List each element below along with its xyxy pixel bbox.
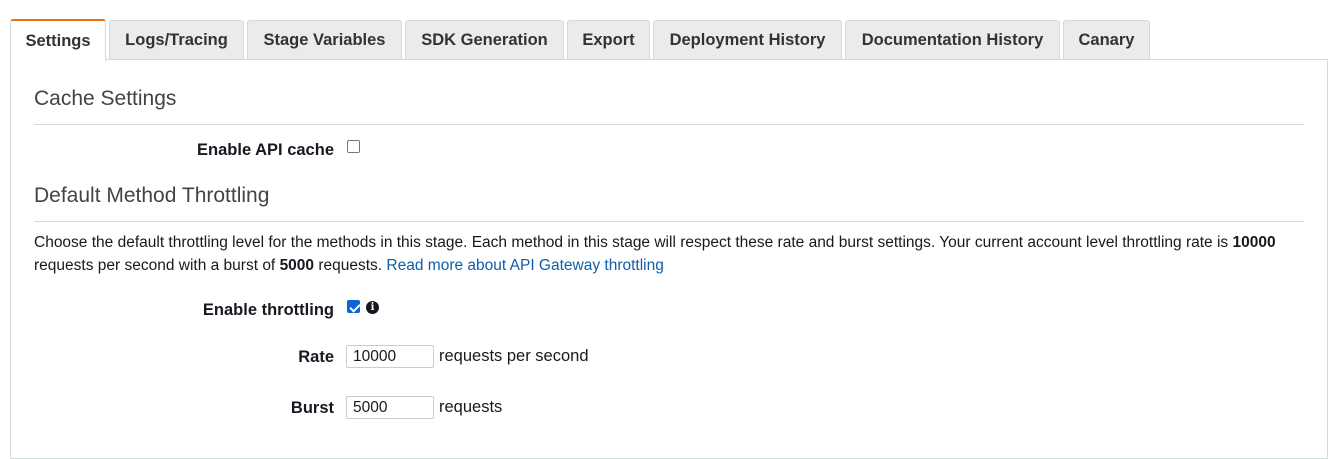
- tab-stage-variables[interactable]: Stage Variables: [247, 20, 402, 60]
- tab-settings[interactable]: Settings: [10, 19, 106, 61]
- throttling-divider: [34, 221, 1304, 222]
- tab-sdk-generation[interactable]: SDK Generation: [405, 20, 564, 60]
- burst-unit: requests: [439, 398, 503, 416]
- rate-input[interactable]: [346, 345, 434, 368]
- throttling-description: Choose the default throttling level for …: [34, 231, 1304, 277]
- rate-unit: requests per second: [439, 347, 589, 365]
- burst-label: Burst: [290, 399, 334, 417]
- default-method-throttling-heading: Default Method Throttling: [34, 184, 270, 207]
- desc-text-1: Choose the default throttling level for …: [34, 234, 1233, 251]
- account-burst-value: 5000: [279, 257, 315, 274]
- enable-api-cache-checkbox[interactable]: [347, 140, 360, 153]
- tab-deployment-history[interactable]: Deployment History: [653, 20, 842, 60]
- cache-settings-heading: Cache Settings: [34, 87, 177, 110]
- tab-logs-tracing[interactable]: Logs/Tracing: [109, 20, 244, 60]
- stage-tabs: Settings Logs/Tracing Stage Variables SD…: [10, 19, 1153, 61]
- burst-input[interactable]: [346, 396, 434, 419]
- desc-text-2: requests per second with a burst of: [34, 257, 280, 274]
- desc-text-3: requests.: [314, 257, 387, 274]
- info-icon[interactable]: i: [366, 301, 379, 314]
- cache-divider: [34, 124, 1304, 125]
- throttling-docs-link[interactable]: Read more about API Gateway throttling: [386, 257, 663, 274]
- tab-documentation-history[interactable]: Documentation History: [845, 20, 1060, 60]
- tab-export[interactable]: Export: [567, 20, 650, 60]
- enable-api-cache-label: Enable API cache: [197, 141, 334, 159]
- tab-canary[interactable]: Canary: [1063, 20, 1150, 60]
- account-rate-value: 10000: [1232, 234, 1276, 251]
- rate-label: Rate: [298, 348, 334, 366]
- enable-throttling-label: Enable throttling: [202, 301, 334, 319]
- enable-throttling-checkbox[interactable]: [347, 300, 360, 313]
